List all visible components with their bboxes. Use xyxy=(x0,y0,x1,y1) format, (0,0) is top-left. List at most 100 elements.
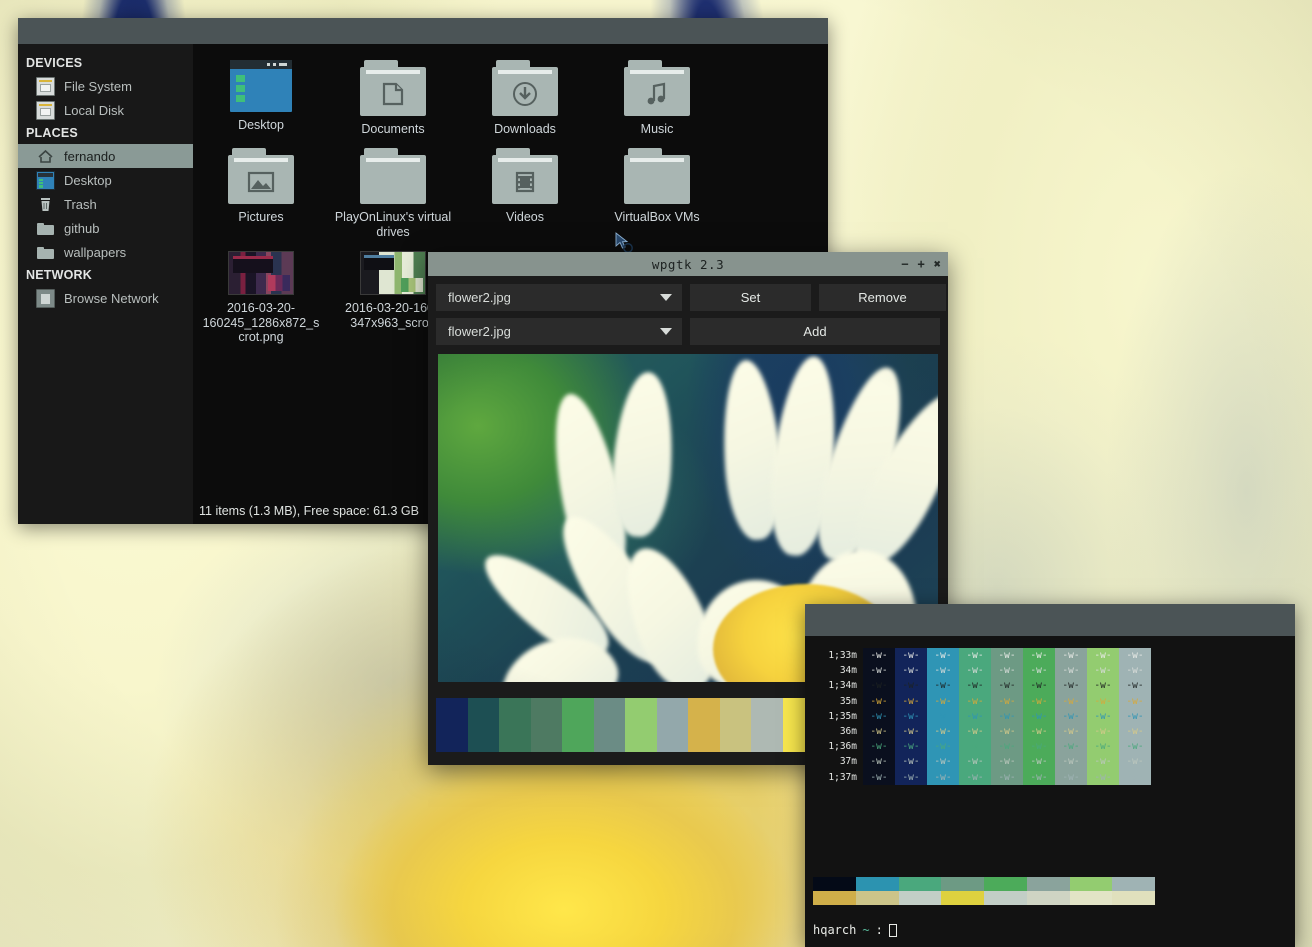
terminal-color-sample: -w- xyxy=(1094,771,1112,783)
terminal-color-column: -w- -w- -w- -w- -w- -w- -w- -w- -w- xyxy=(1119,648,1151,785)
terminal-color-sample: -w- xyxy=(1126,725,1144,737)
file-item-playonlinux[interactable]: PlayOnLinux's virtual drives xyxy=(327,142,459,239)
terminal-color-sample: -w- xyxy=(1062,680,1080,692)
terminal-color-sample: -w- xyxy=(870,695,888,707)
terminal-color-sample: -w- xyxy=(1094,695,1112,707)
terminal-color-sample: -w- xyxy=(934,710,952,722)
terminal-color-sample: -w- xyxy=(870,771,888,783)
file-item-videos[interactable]: Videos xyxy=(459,142,591,239)
close-icon[interactable]: ✖ xyxy=(934,258,941,270)
terminal-color-sample: -w- xyxy=(1126,650,1144,661)
terminal-color-sample: -w- xyxy=(934,680,952,692)
drive-icon xyxy=(36,100,55,120)
file-item-music[interactable]: Music xyxy=(591,54,723,136)
sidebar-item-label: Trash xyxy=(64,196,97,212)
sidebar-item-browse-network[interactable]: Browse Network xyxy=(18,286,193,310)
terminal-color-sample: -w- xyxy=(1126,741,1144,753)
terminal-color-sample: -w- xyxy=(1094,665,1112,677)
wpgtk-titlebar[interactable]: wpgtk 2.3 − + ✖ xyxy=(428,252,948,276)
terminal-color-sample: -w- xyxy=(934,756,952,768)
palette-swatch[interactable] xyxy=(530,698,562,752)
terminal-color-sample: -w- xyxy=(966,680,984,692)
maximize-icon[interactable]: + xyxy=(918,258,925,270)
palette-swatch[interactable] xyxy=(499,698,531,752)
palette-swatch[interactable] xyxy=(467,698,499,752)
terminal-color-sample: -w- xyxy=(1094,650,1112,661)
terminal-color-sample: -w- xyxy=(1126,665,1144,677)
wpgtk-row-1: flower2.jpg Set Remove xyxy=(436,284,946,311)
terminal-color-sample: -w- xyxy=(998,756,1016,768)
wallpaper-select-dropdown[interactable]: flower2.jpg xyxy=(436,284,682,311)
prompt-path: ~ xyxy=(862,923,870,937)
terminal-color-code: 35m xyxy=(839,695,857,707)
terminal-palette-swatch xyxy=(1112,891,1155,905)
terminal-palette-swatch xyxy=(984,891,1027,905)
terminal-color-sample: -w- xyxy=(1030,650,1048,661)
terminal-palette-swatch xyxy=(855,891,899,905)
folder-videos-icon xyxy=(492,148,558,205)
sidebar-item-github[interactable]: github xyxy=(18,216,193,240)
chevron-down-icon xyxy=(660,294,672,301)
terminal-palette-swatch xyxy=(855,877,899,891)
file-item-desktop[interactable]: Desktop xyxy=(195,54,327,136)
wallpaper-select-value: flower2.jpg xyxy=(448,290,511,305)
palette-swatch[interactable] xyxy=(562,698,594,752)
terminal-color-code: 1;33m xyxy=(828,650,857,661)
terminal-color-sample: -w- xyxy=(1062,650,1080,661)
set-button[interactable]: Set xyxy=(690,284,811,311)
terminal-color-code: 1;36m xyxy=(828,741,857,753)
terminal-color-sample: -w- xyxy=(966,741,984,753)
terminal-titlebar[interactable] xyxy=(805,604,1295,636)
file-item-downloads[interactable]: Downloads xyxy=(459,54,591,136)
terminal-color-column: -w- -w- -w- -w- -w- -w- -w- -w- -w- xyxy=(1023,648,1055,785)
palette-swatch[interactable] xyxy=(656,698,688,752)
terminal-color-sample: -w- xyxy=(1126,771,1144,783)
sidebar-item-local-disk[interactable]: Local Disk xyxy=(18,98,193,122)
sidebar-item-trash[interactable]: Trash xyxy=(18,192,193,216)
terminal-color-sample: -w- xyxy=(902,756,920,768)
sidebar-item-wallpapers[interactable]: wallpapers xyxy=(18,240,193,264)
palette-swatch[interactable] xyxy=(751,698,783,752)
remove-button[interactable]: Remove xyxy=(819,284,946,311)
file-item-virtualbox-vms[interactable]: VirtualBox VMs xyxy=(591,142,723,239)
drive-icon xyxy=(36,76,55,96)
terminal-palette-swatch xyxy=(1026,891,1070,905)
sidebar-group-network: NETWORK xyxy=(26,268,92,282)
terminal-color-sample: -w- xyxy=(934,771,952,783)
palette-swatch[interactable] xyxy=(688,698,720,752)
minimize-icon[interactable]: − xyxy=(901,258,908,270)
file-item-documents[interactable]: Documents xyxy=(327,54,459,136)
terminal-color-column: -w- -w- -w- -w- -w- -w- -w- -w- -w- xyxy=(959,648,991,785)
palette-swatch[interactable] xyxy=(719,698,751,752)
sidebar-item-fernando[interactable]: fernando xyxy=(18,144,193,168)
file-item-pictures[interactable]: Pictures xyxy=(195,142,327,239)
palette-swatch[interactable] xyxy=(625,698,657,752)
file-item-label: Pictures xyxy=(238,210,284,225)
file-item-screenshot-1[interactable]: 2016-03-20-160245_1286x872_scrot.png xyxy=(195,245,327,344)
terminal-color-code: 37m xyxy=(839,756,857,768)
terminal-color-sample: -w- xyxy=(966,771,984,783)
terminal-prompt[interactable]: hqarch ~ : xyxy=(813,923,897,937)
terminal-palette-swatch xyxy=(813,877,856,891)
terminal-window[interactable]: 1;33m 34m 1;34m 35m 1;35m 36m 1;36m 37m 1;37… xyxy=(805,604,1295,947)
terminal-color-sample: -w- xyxy=(870,710,888,722)
terminal-color-sample: -w- xyxy=(870,650,888,661)
terminal-body[interactable]: 1;33m 34m 1;34m 35m 1;35m 36m 1;36m 37m 1;37… xyxy=(805,636,1295,947)
sidebar-item-label: fernando xyxy=(64,148,116,164)
chevron-down-icon xyxy=(660,328,672,335)
terminal-color-code: 36m xyxy=(839,726,857,738)
file-manager-titlebar[interactable] xyxy=(18,18,828,44)
terminal-color-sample: -w- xyxy=(934,695,952,707)
terminal-color-sample: -w- xyxy=(1094,756,1112,768)
terminal-palette-swatch xyxy=(1026,877,1070,891)
theme-select-dropdown[interactable]: flower2.jpg xyxy=(436,318,682,345)
add-button[interactable]: Add xyxy=(690,318,940,345)
terminal-palette-swatch xyxy=(941,891,984,905)
palette-swatch[interactable] xyxy=(593,698,625,752)
terminal-color-code: 1;34m xyxy=(828,680,857,692)
palette-swatch[interactable] xyxy=(436,698,468,752)
sidebar-item-label: File System xyxy=(64,78,132,94)
sidebar-item-desktop[interactable]: Desktop xyxy=(18,168,193,192)
terminal-palette-row-2 xyxy=(813,891,1155,905)
sidebar-item-file-system[interactable]: File System xyxy=(18,74,193,98)
